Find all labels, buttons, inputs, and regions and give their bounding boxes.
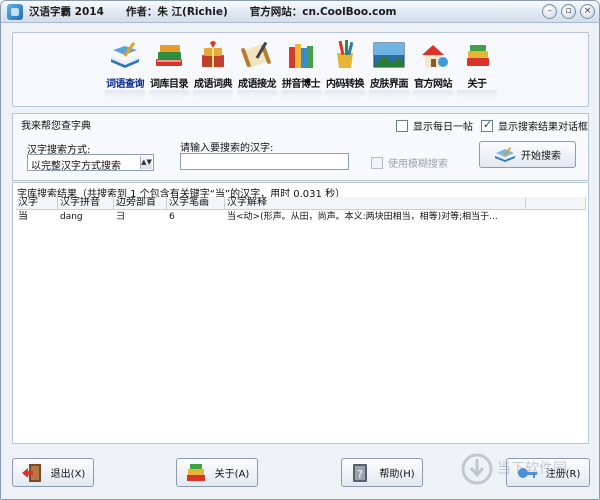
title-bar: 汉语字霸 2014 作者：朱 江(Richie) 官方网站：cn.CoolBoo… [1, 1, 599, 23]
minimize-icon: – [547, 6, 552, 16]
tool-idiom-chain[interactable]: 成语接龙 [235, 39, 279, 101]
pinyin-books-icon [289, 44, 313, 68]
window-controls: – ▫ × [542, 4, 595, 19]
column-header[interactable]: 汉字 [16, 197, 58, 209]
start-search-button[interactable]: 开始搜索 [479, 141, 576, 168]
tool-label: 内码转换 [326, 79, 365, 90]
search-char-input[interactable] [180, 153, 349, 170]
cell-char: 当 [18, 211, 28, 222]
show-daily-checkbox[interactable]: 显示每日一帖 [396, 118, 473, 133]
tool-label: 皮肤界面 [370, 79, 409, 90]
help-label: 帮助(H) [379, 469, 415, 480]
close-icon: × [583, 6, 592, 16]
tool-label: 拼音博士 [282, 79, 321, 90]
cell-strokes: 6 [169, 212, 175, 222]
checkbox-checked-icon [481, 118, 493, 132]
tool-label: 官方网站 [414, 79, 453, 90]
watermark-logo: 当下软件园 [461, 453, 567, 485]
exit-button[interactable]: 退出(X) [12, 458, 94, 487]
svg-text:?: ? [357, 468, 363, 481]
watermark-text: 当下软件园 [497, 461, 567, 477]
tool-label: 关于 [467, 79, 488, 90]
gift-books-icon [202, 41, 224, 67]
show-dialog-label: 显示搜索结果对话框 [498, 122, 588, 133]
tool-skin-interface[interactable]: 皮肤界面 [367, 39, 411, 101]
cell-radical: 彐 [116, 212, 126, 222]
tool-word-query[interactable]: 词语查询 [103, 39, 147, 101]
table-row[interactable]: 当 dang 彐 6 当<动>(形声。从田，尚声。本义:两块田相当，相等)对等;… [16, 211, 586, 223]
tool-label: 成语词典 [194, 79, 233, 90]
column-header[interactable]: 汉字拼音 [58, 197, 114, 209]
fuzzy-search-label: 使用模糊搜索 [388, 159, 448, 170]
checkbox-box [396, 119, 408, 132]
scroll-icon [241, 41, 271, 68]
cell-pinyin: dang [60, 212, 83, 222]
about-label: 关于(A) [214, 469, 250, 480]
input-label: 请输入要搜索的汉字: [180, 143, 274, 154]
column-header[interactable]: 边旁部首 [114, 197, 167, 209]
restore-icon: ▫ [565, 6, 572, 16]
pencil-cup-icon [337, 40, 354, 68]
column-header[interactable] [526, 197, 586, 209]
cell-explanation: 当<动>(形声。从田，尚声。本义:两块田相当，相等)对等;相当于... [227, 212, 498, 222]
help-book-icon: ? [353, 463, 368, 482]
close-button[interactable]: × [580, 4, 595, 19]
help-button[interactable]: ? 帮助(H) [341, 458, 423, 487]
fuzzy-search-checkbox[interactable]: 使用模糊搜索 [371, 155, 448, 170]
house-globe-icon [422, 45, 448, 67]
search-panel-title: 我来帮您查字典 [21, 121, 91, 132]
restore-button[interactable]: ▫ [561, 4, 576, 19]
show-daily-label: 显示每日一帖 [413, 122, 473, 133]
tool-label: 词语查询 [106, 79, 145, 90]
column-header[interactable]: 汉字解释 [225, 197, 526, 209]
exit-door-icon [21, 463, 41, 482]
show-dialog-checkbox[interactable]: 显示搜索结果对话框 [481, 118, 588, 133]
start-search-label: 开始搜索 [521, 151, 561, 162]
search-panel: 我来帮您查字典 显示每日一帖 显示搜索结果对话框 汉字搜索方式: 以完整汉字方式… [12, 113, 589, 181]
books-stack-icon [156, 45, 182, 66]
minimize-button[interactable]: – [542, 4, 557, 19]
results-panel: 字库搜索结果（共搜索到 1 个包含有关键字“当”的汉字，用时 0.031 秒） … [12, 182, 589, 444]
search-method-select[interactable]: 以完整汉字方式搜索 ▲▼ [27, 154, 154, 172]
results-header: 汉字 汉字拼音 边旁部首 汉字笔画 汉字解释 [16, 197, 586, 210]
tool-lexicon-directory[interactable]: 词库目录 [147, 39, 191, 101]
main-toolbar: 词语查询 词库目录 成语词典 成语接龙 拼音博士 内码转换 皮肤界面 官方网站 … [12, 32, 589, 107]
app-title: 汉语字霸 2014 [29, 6, 104, 18]
tool-pinyin-doctor[interactable]: 拼音博士 [279, 39, 323, 101]
about-button[interactable]: 关于(A) [176, 458, 258, 487]
app-icon [7, 3, 23, 20]
book-pen-icon [111, 41, 139, 68]
column-header[interactable]: 汉字笔画 [167, 197, 225, 209]
tool-about[interactable]: 关于 [455, 39, 499, 101]
about-books-icon [467, 45, 489, 66]
tool-idiom-dictionary[interactable]: 成语词典 [191, 39, 235, 101]
author-label: 作者：朱 江(Richie) [125, 6, 228, 18]
dropdown-arrow-icon[interactable]: ▲▼ [140, 156, 152, 169]
tool-label: 词库目录 [150, 79, 189, 90]
exit-label: 退出(X) [50, 469, 86, 480]
tool-official-website[interactable]: 官方网站 [411, 39, 455, 101]
tool-code-conversion[interactable]: 内码转换 [323, 39, 367, 101]
about-books-icon [186, 463, 205, 481]
checkbox-box [371, 156, 383, 169]
search-method-value: 以完整汉字方式搜索 [31, 161, 121, 172]
search-book-icon [495, 146, 515, 162]
app-window: 汉语字霸 2014 作者：朱 江(Richie) 官方网站：cn.CoolBoo… [0, 0, 600, 500]
skin-landscape-icon [373, 42, 405, 68]
tool-label: 成语接龙 [238, 79, 277, 90]
website-label: 官方网站：cn.CoolBoo.com [249, 6, 397, 18]
